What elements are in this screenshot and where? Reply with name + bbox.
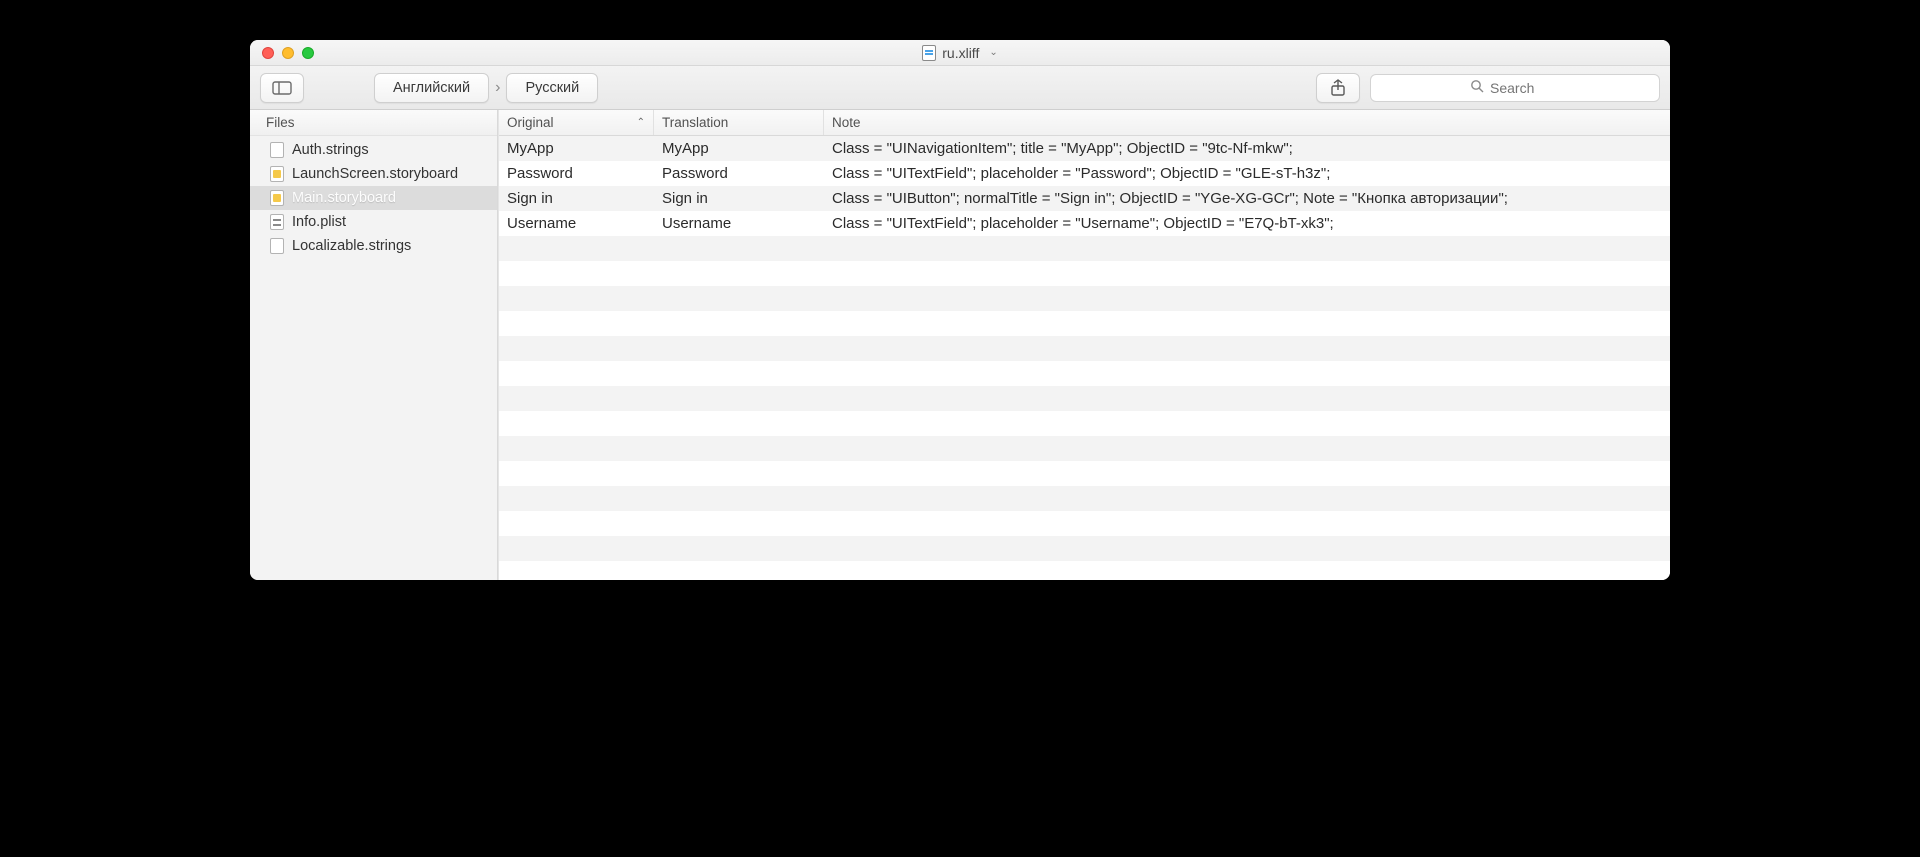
cell-translation[interactable]: Sign in — [654, 190, 824, 207]
file-item[interactable]: Main.storyboard — [250, 186, 497, 210]
table-row — [499, 561, 1670, 580]
chevron-right-icon: › — [493, 79, 502, 97]
table-row — [499, 536, 1670, 561]
sidebar-icon — [272, 81, 292, 95]
toggle-sidebar-button[interactable] — [260, 73, 304, 103]
source-language-button[interactable]: Английский — [374, 73, 489, 103]
file-icon — [270, 190, 284, 206]
table-row — [499, 386, 1670, 411]
table-row[interactable]: UsernameUsernameClass = "UITextField"; p… — [499, 211, 1670, 236]
file-name: Localizable.strings — [292, 238, 411, 254]
file-icon — [270, 214, 284, 230]
window-controls — [250, 47, 314, 59]
table-header: Original ⌃ Translation Note — [499, 110, 1670, 136]
file-item[interactable]: Localizable.strings — [250, 234, 497, 258]
table-row — [499, 461, 1670, 486]
search-icon — [1470, 79, 1484, 96]
file-item[interactable]: Info.plist — [250, 210, 497, 234]
cell-note[interactable]: Class = "UITextField"; placeholder = "Us… — [824, 215, 1670, 232]
table-row — [499, 411, 1670, 436]
search-input[interactable] — [1490, 80, 1560, 96]
content-area: Files Auth.strings LaunchScreen.storyboar… — [250, 110, 1670, 580]
sidebar-header-label: Files — [266, 115, 295, 130]
column-header-translation-label: Translation — [662, 115, 728, 130]
table-row — [499, 286, 1670, 311]
table-row — [499, 336, 1670, 361]
share-button[interactable] — [1316, 73, 1360, 103]
cell-original[interactable]: Username — [499, 215, 654, 232]
target-language-button[interactable]: Русский — [506, 73, 598, 103]
table-row — [499, 361, 1670, 386]
window-title-text: ru.xliff — [942, 45, 979, 61]
cell-translation[interactable]: Username — [654, 215, 824, 232]
window-close-button[interactable] — [262, 47, 274, 59]
column-header-translation[interactable]: Translation — [654, 110, 824, 135]
window-zoom-button[interactable] — [302, 47, 314, 59]
cell-original[interactable]: MyApp — [499, 140, 654, 157]
table-row — [499, 261, 1670, 286]
cell-note[interactable]: Class = "UIButton"; normalTitle = "Sign … — [824, 190, 1670, 207]
window-titlebar: ru.xliff ⌄ — [250, 40, 1670, 66]
column-header-original[interactable]: Original ⌃ — [499, 110, 654, 135]
files-sidebar: Files Auth.strings LaunchScreen.storyboar… — [250, 110, 498, 580]
cell-translation[interactable]: Password — [654, 165, 824, 182]
target-language-label: Русский — [525, 80, 579, 96]
share-icon — [1330, 79, 1346, 97]
window-title: ru.xliff ⌄ — [250, 45, 1670, 61]
file-icon — [270, 238, 284, 254]
file-list: Auth.strings LaunchScreen.storyboard Main.… — [250, 136, 497, 260]
table-row[interactable]: MyAppMyAppClass = "UINavigationItem"; ti… — [499, 136, 1670, 161]
file-icon — [270, 166, 284, 182]
source-language-label: Английский — [393, 80, 470, 96]
table-row — [499, 311, 1670, 336]
column-header-note[interactable]: Note — [824, 110, 1670, 135]
column-header-original-label: Original — [507, 115, 554, 130]
cell-translation[interactable]: MyApp — [654, 140, 824, 157]
cell-original[interactable]: Sign in — [499, 190, 654, 207]
table-row — [499, 236, 1670, 261]
file-name: LaunchScreen.storyboard — [292, 166, 458, 182]
table-row — [499, 486, 1670, 511]
file-name: Auth.strings — [292, 142, 369, 158]
translations-panel: Original ⌃ Translation Note MyAppMyAppCl… — [498, 110, 1670, 580]
table-body: MyAppMyAppClass = "UINavigationItem"; ti… — [499, 136, 1670, 580]
language-breadcrumb: Английский › Русский — [374, 73, 598, 103]
sort-ascending-icon: ⌃ — [637, 117, 645, 128]
table-row — [499, 511, 1670, 536]
table-row[interactable]: Sign inSign inClass = "UIButton"; normal… — [499, 186, 1670, 211]
cell-note[interactable]: Class = "UINavigationItem"; title = "MyA… — [824, 140, 1670, 157]
file-name: Info.plist — [292, 214, 346, 230]
document-icon — [922, 45, 936, 61]
window-minimize-button[interactable] — [282, 47, 294, 59]
file-item[interactable]: LaunchScreen.storyboard — [250, 162, 497, 186]
search-field[interactable] — [1370, 74, 1660, 102]
cell-original[interactable]: Password — [499, 165, 654, 182]
title-chevron-icon: ⌄ — [989, 47, 997, 58]
column-header-note-label: Note — [832, 115, 861, 130]
file-name: Main.storyboard — [292, 190, 396, 206]
toolbar: Английский › Русский — [250, 66, 1670, 110]
sidebar-header: Files — [250, 110, 497, 136]
file-icon — [270, 142, 284, 158]
cell-note[interactable]: Class = "UITextField"; placeholder = "Pa… — [824, 165, 1670, 182]
table-row — [499, 436, 1670, 461]
table-row[interactable]: PasswordPasswordClass = "UITextField"; p… — [499, 161, 1670, 186]
app-window: ru.xliff ⌄ Английский › Русский — [250, 40, 1670, 580]
file-item[interactable]: Auth.strings — [250, 138, 497, 162]
